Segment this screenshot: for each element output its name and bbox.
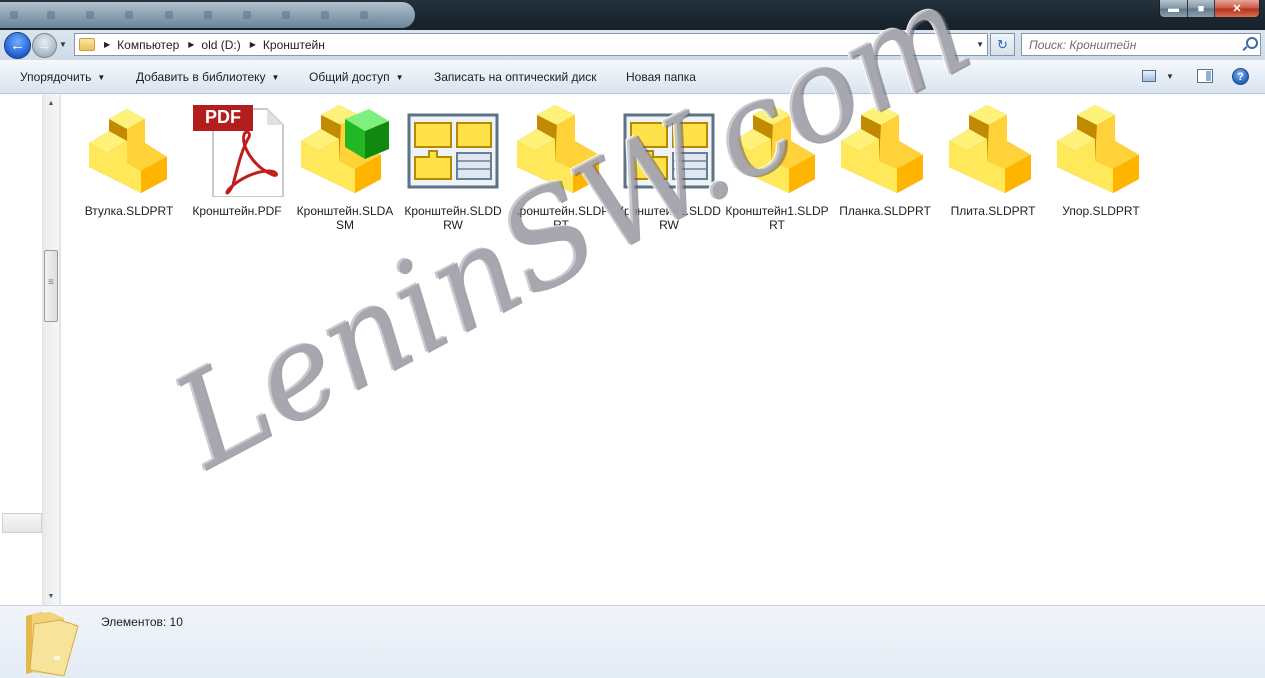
arrow-left-icon: ← — [10, 37, 25, 54]
items-count: Элементов: 10 — [101, 615, 183, 629]
file-name: Упор.SLDPRT — [1062, 204, 1140, 218]
chevron-down-icon: ▼ — [97, 73, 106, 82]
scroll-down-icon[interactable]: ▼ — [43, 588, 59, 605]
burn-button[interactable]: Записать на оптический диск — [434, 70, 597, 84]
file-name: Кронштейн.SLDASM — [296, 204, 394, 232]
refresh-button[interactable]: ↻ — [990, 33, 1015, 56]
file-item[interactable]: Кронштейн.SLDPRT — [509, 101, 613, 232]
search-icon[interactable] — [1243, 37, 1258, 51]
solidworks-part-icon — [1053, 101, 1149, 197]
scroll-up-icon[interactable]: ▲ — [43, 95, 59, 112]
search-input[interactable] — [1029, 34, 1239, 55]
file-name: Кронштейн1.SLDDRW — [617, 204, 721, 232]
file-item[interactable]: Кронштейн.SLDASM — [293, 101, 397, 232]
breadcrumb: ▶ Компьютер ▶ old (D:) ▶ Кронштейн — [95, 38, 325, 52]
file-name: Втулка.SLDPRT — [84, 204, 174, 218]
refresh-icon: ↻ — [997, 36, 1008, 52]
file-list: Втулка.SLDPRT PDF Кронштейн.PDF Кронштей… — [61, 95, 1265, 605]
back-button[interactable]: ← — [4, 32, 31, 59]
navigation-pane[interactable] — [0, 95, 44, 605]
file-item[interactable]: Кронштейн.SLDDRW — [401, 101, 505, 232]
solidworks-part-icon — [945, 101, 1041, 197]
file-name: Кронштейн.PDF — [192, 204, 282, 218]
help-button[interactable]: ? — [1232, 68, 1249, 85]
close-button[interactable]: ✕ — [1214, 0, 1259, 17]
window-controls: ▬ ■ ✕ — [1159, 0, 1260, 18]
preview-pane-icon[interactable] — [1197, 69, 1213, 83]
chevron-down-icon: ▼ — [395, 73, 404, 82]
solidworks-part-icon — [729, 101, 825, 197]
vertical-scrollbar[interactable]: ▲ ▼ — [42, 95, 59, 605]
file-item[interactable]: PDF Кронштейн.PDF — [185, 101, 289, 218]
file-name: Кронштейн1.SLDPRT — [725, 204, 829, 232]
file-name: Плита.SLDPRT — [950, 204, 1036, 218]
solidworks-drawing-icon — [405, 101, 501, 197]
view-dropdown[interactable]: ▼ — [1166, 72, 1174, 81]
minimize-button[interactable]: ▬ — [1160, 0, 1187, 17]
solidworks-part-icon — [837, 101, 933, 197]
breadcrumb-folder[interactable]: Кронштейн — [263, 38, 325, 52]
solidworks-drawing-icon — [621, 101, 717, 197]
forward-button[interactable]: → — [32, 33, 57, 58]
add-to-library-button[interactable]: Добавить в библиотеку ▼ — [136, 70, 279, 84]
details-pane: Элементов: 10 — [0, 605, 1265, 678]
title-bar: ▬ ■ ✕ — [0, 0, 1265, 30]
add-to-library-label: Добавить в библиотеку — [136, 70, 266, 84]
search-box[interactable] — [1021, 33, 1261, 56]
file-name: Кронштейн.SLDPRT — [512, 204, 610, 232]
share-button[interactable]: Общий доступ ▼ — [309, 70, 404, 84]
address-bar[interactable]: ▶ Компьютер ▶ old (D:) ▶ Кронштейн ▼ — [74, 33, 988, 56]
breadcrumb-drive[interactable]: old (D:) — [201, 38, 240, 52]
chevron-down-icon: ▼ — [271, 73, 280, 82]
pdf-icon: PDF — [189, 101, 285, 197]
file-item[interactable]: Планка.SLDPRT — [833, 101, 937, 218]
solidworks-assembly-icon — [297, 101, 393, 197]
history-dropdown[interactable]: ▼ — [59, 40, 67, 49]
breadcrumb-computer[interactable]: Компьютер — [117, 38, 179, 52]
navigation-pane-item[interactable] — [2, 513, 42, 533]
chevron-right-icon[interactable]: ▶ — [104, 40, 110, 49]
file-item[interactable]: Кронштейн1.SLDDRW — [617, 101, 721, 232]
maximize-button[interactable]: ■ — [1187, 0, 1214, 17]
file-name: Планка.SLDPRT — [839, 204, 931, 218]
file-name: Кронштейн.SLDDRW — [404, 204, 502, 232]
file-item[interactable]: Кронштейн1.SLDPRT — [725, 101, 829, 232]
share-label: Общий доступ — [309, 70, 390, 84]
scroll-thumb[interactable] — [44, 250, 58, 322]
solidworks-part-icon — [513, 101, 609, 197]
command-bar: Упорядочить ▼ Добавить в библиотеку ▼ Общи… — [0, 60, 1265, 94]
file-item[interactable]: Плита.SLDPRT — [941, 101, 1045, 218]
navigation-bar: ← → ▼ ▶ Компьютер ▶ old (D:) ▶ Кронштейн… — [0, 30, 1265, 60]
solidworks-part-icon — [81, 101, 177, 197]
organize-label: Упорядочить — [20, 70, 92, 84]
pdf-badge: PDF — [205, 107, 241, 127]
new-folder-button[interactable]: Новая папка — [626, 70, 696, 84]
folder-icon — [20, 610, 82, 677]
chevron-right-icon[interactable]: ▶ — [250, 40, 256, 49]
taskbar-thumbnails — [0, 2, 415, 28]
organize-button[interactable]: Упорядочить ▼ — [20, 70, 105, 84]
file-item[interactable]: Упор.SLDPRT — [1049, 101, 1153, 218]
arrow-right-icon: → — [37, 37, 52, 54]
chevron-right-icon[interactable]: ▶ — [188, 40, 194, 49]
folder-icon — [79, 38, 95, 51]
file-item[interactable]: Втулка.SLDPRT — [77, 101, 181, 218]
change-view-icon[interactable] — [1142, 70, 1156, 82]
address-dropdown[interactable]: ▼ — [976, 40, 984, 49]
